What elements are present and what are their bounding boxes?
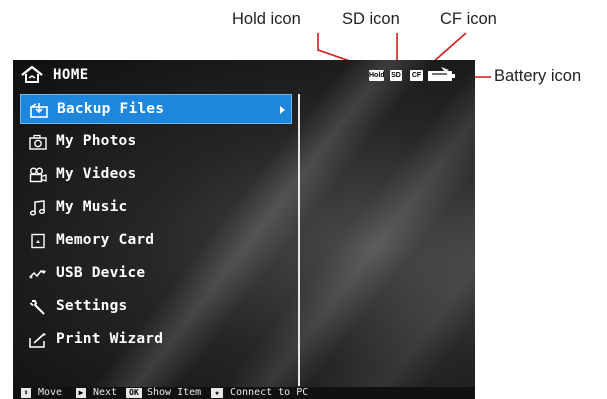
footer-show-item-label: Show Item	[147, 387, 202, 398]
hold-status-icon: Hold	[369, 70, 385, 81]
menu-item-label: Settings	[56, 298, 128, 314]
menu-item-label: My Music	[56, 199, 128, 215]
sd-icon-callout: SD icon	[342, 10, 400, 28]
sd-status-icon: SD	[390, 70, 402, 81]
menu-item-label: USB Device	[56, 265, 146, 281]
menu-item-label: Memory Card	[56, 232, 155, 248]
footer-connect-label: Connect to PC	[230, 387, 309, 398]
menu-item-label: Backup Files	[57, 101, 165, 117]
menu-item-my-music[interactable]: My Music	[20, 193, 292, 223]
battery-icon	[428, 67, 455, 81]
chevron-right-icon	[280, 106, 285, 114]
footer-next-label: Next	[93, 387, 118, 398]
title-bar: HOME Hold SD CF	[13, 60, 475, 89]
ok-key-icon: OK	[126, 388, 142, 398]
usb-icon	[29, 269, 46, 279]
menu-item-print-wizard[interactable]: Print Wizard	[20, 325, 292, 355]
memory-card-icon	[31, 233, 45, 249]
menu-item-backup-files[interactable]: Backup Files	[20, 94, 292, 124]
menu-item-my-videos[interactable]: My Videos	[20, 160, 292, 190]
menu-item-usb-device[interactable]: USB Device	[20, 259, 292, 289]
menu-item-memory-card[interactable]: Memory Card	[20, 226, 292, 256]
footer-hint-bar: ⬍ Move ▶ Next OK Show Item ★ Connect to …	[13, 387, 475, 399]
menu-item-label: My Photos	[56, 133, 137, 149]
home-icon	[21, 66, 43, 83]
camera-icon	[29, 134, 47, 150]
battery-icon-callout: Battery icon	[494, 67, 582, 85]
backup-icon	[30, 103, 48, 118]
menu-item-label: Print Wizard	[56, 331, 164, 347]
video-icon	[29, 167, 47, 183]
wrench-icon	[29, 300, 45, 315]
menu-item-my-photos[interactable]: My Photos	[20, 127, 292, 157]
panel-divider	[298, 94, 300, 386]
right-arrow-key-icon: ▶	[76, 388, 86, 398]
music-note-icon	[29, 200, 46, 216]
cf-icon-callout: CF icon	[440, 10, 497, 28]
print-wizard-icon	[29, 333, 46, 348]
footer-move-label: Move	[38, 387, 63, 398]
page-title: HOME	[53, 67, 89, 83]
hold-icon-callout: Hold icon	[232, 10, 301, 28]
cf-status-icon: CF	[410, 70, 423, 81]
up-down-arrows-icon: ⬍	[21, 388, 31, 398]
star-key-icon: ★	[211, 388, 223, 398]
menu-item-label: My Videos	[56, 166, 137, 182]
device-screen: HOME Hold SD CF Backup Files My Photos M…	[13, 60, 475, 399]
menu-item-settings[interactable]: Settings	[20, 292, 292, 322]
